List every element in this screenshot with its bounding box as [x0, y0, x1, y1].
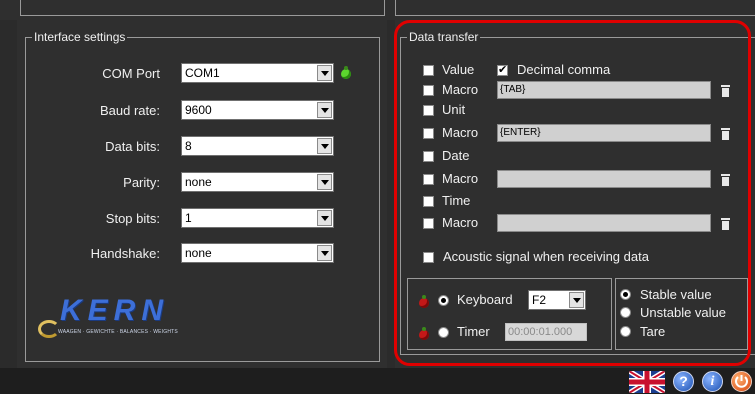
parity-label: Parity: — [123, 175, 160, 190]
top-right-frame — [395, 0, 755, 16]
baud-rate-select[interactable]: 9600 — [181, 100, 334, 120]
chevron-down-icon[interactable] — [317, 65, 332, 81]
parity-select[interactable]: none — [181, 172, 334, 192]
baud-rate-value: 9600 — [185, 103, 212, 117]
chevron-down-icon[interactable] — [317, 210, 332, 226]
data-bits-value: 8 — [185, 139, 192, 153]
chevron-down-icon[interactable] — [317, 245, 332, 261]
interface-settings-title: Interface settings — [32, 30, 128, 44]
logo-tagline: WAAGEN · GEWICHTE · BALANCES · WEIGHTS — [58, 329, 178, 335]
help-icon[interactable]: ? — [673, 371, 694, 392]
kern-logo: KERN WAAGEN · GEWICHTE · BALANCES · WEIG… — [36, 294, 236, 346]
parity-value: none — [185, 175, 212, 189]
info-icon[interactable]: i — [702, 371, 723, 392]
power-icon[interactable] — [731, 371, 752, 392]
com-port-label: COM Port — [102, 66, 160, 81]
chevron-down-icon[interactable] — [317, 174, 332, 190]
baud-rate-label: Baud rate: — [100, 103, 160, 118]
logo-wordmark: KERN — [60, 294, 170, 327]
handshake-label: Handshake: — [90, 246, 160, 261]
status-indicator-icon — [341, 66, 351, 79]
handshake-select[interactable]: none — [181, 243, 334, 263]
stop-bits-label: Stop bits: — [105, 211, 160, 226]
data-bits-label: Data bits: — [105, 139, 160, 154]
handshake-value: none — [185, 246, 212, 260]
top-left-frame — [20, 0, 385, 16]
com-port-value: COM1 — [185, 66, 220, 80]
logo-swoosh — [38, 320, 60, 338]
chevron-down-icon[interactable] — [317, 138, 332, 154]
stop-bits-value: 1 — [185, 211, 192, 225]
com-port-select[interactable]: COM1 — [181, 63, 334, 83]
stop-bits-select[interactable]: 1 — [181, 208, 334, 228]
highlight-outline — [394, 20, 751, 366]
data-bits-select[interactable]: 8 — [181, 136, 334, 156]
chevron-down-icon[interactable] — [317, 102, 332, 118]
uk-flag-icon[interactable] — [629, 371, 665, 393]
